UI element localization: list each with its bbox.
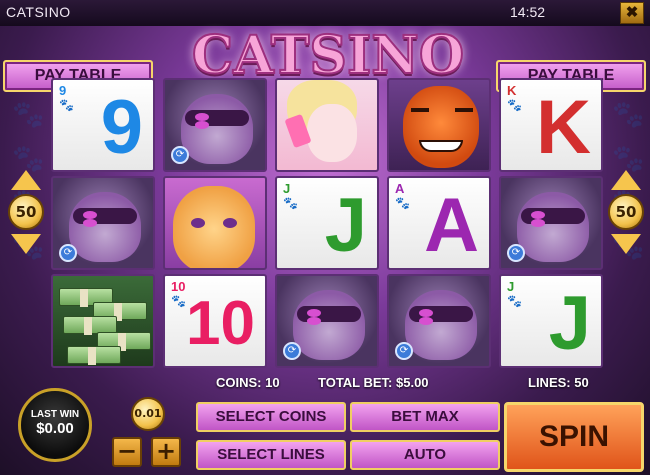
wild-icon: ⟳ <box>171 146 189 164</box>
line-selector-left: 50 <box>4 170 48 280</box>
symbol-orange-cat <box>163 176 267 270</box>
card-rank: A <box>424 183 479 268</box>
decrease-coin-button[interactable]: − <box>112 437 142 467</box>
game-logo: CATSINO🐾 <box>178 25 478 134</box>
wild-icon: ⟳ <box>395 342 413 360</box>
symbol-card-9: 9 🐾 9 <box>51 78 155 172</box>
card-rank: 10 <box>186 289 255 358</box>
line-selector-right: 50 <box>604 170 648 280</box>
symbol-masked-cat: ⟳ <box>499 176 603 270</box>
symbol-masked-cat: ⟳ <box>51 176 155 270</box>
lines-readout: LINES: 50 <box>528 375 589 390</box>
symbol-card-k: K 🐾 K <box>499 78 603 172</box>
total-bet-readout: TOTAL BET: $5.00 <box>318 375 429 390</box>
card-rank: K <box>536 85 591 170</box>
symbol-money-stack <box>51 274 155 368</box>
last-win-label: LAST WIN <box>30 409 80 420</box>
lines-count-left: 50 <box>8 194 44 230</box>
app-title: CATSINO <box>6 4 71 20</box>
wild-icon: ⟳ <box>507 244 525 262</box>
symbol-card-j: J 🐾 J <box>275 176 379 270</box>
symbol-card-j: J 🐾 J <box>499 274 603 368</box>
clock: 14:52 <box>510 4 546 20</box>
card-rank: J <box>324 183 367 268</box>
symbol-masked-cat: ⟳ <box>387 274 491 368</box>
lines-down-arrow-icon[interactable] <box>611 234 641 254</box>
lines-up-arrow-icon[interactable] <box>611 170 641 190</box>
lines-down-arrow-icon[interactable] <box>11 234 41 254</box>
select-lines-button[interactable]: SELECT LINES <box>196 440 346 470</box>
lines-up-arrow-icon[interactable] <box>11 170 41 190</box>
title-bar: CATSINO 14:52 ✖ <box>0 0 650 26</box>
card-rank: 9 <box>100 85 143 170</box>
reels-grid: 9 🐾 9 ⟳ ⟳ 10 🐾 10 J 🐾 J ⟳ A 🐾 A ⟳ K 🐾 K … <box>51 78 603 370</box>
card-rank: J <box>548 281 591 366</box>
symbol-masked-cat: ⟳ <box>275 274 379 368</box>
symbol-blonde-cat <box>275 78 379 172</box>
wild-icon: ⟳ <box>59 244 77 262</box>
last-win-display: LAST WIN $0.00 <box>18 388 92 462</box>
symbol-card-10: 10 🐾 10 <box>163 274 267 368</box>
increase-coin-button[interactable]: + <box>151 437 181 467</box>
symbol-card-a: A 🐾 A <box>387 176 491 270</box>
select-coins-button[interactable]: SELECT COINS <box>196 402 346 432</box>
bet-max-button[interactable]: BET MAX <box>350 402 500 432</box>
coins-readout: COINS: 10 <box>216 375 280 390</box>
auto-button[interactable]: AUTO <box>350 440 500 470</box>
lines-count-right: 50 <box>608 194 644 230</box>
wild-icon: ⟳ <box>283 342 301 360</box>
coin-value-badge: 0.01 <box>131 397 165 431</box>
symbol-masked-cat: ⟳ <box>163 78 267 172</box>
symbol-tiger-cat <box>387 78 491 172</box>
last-win-value: $0.00 <box>36 420 74 437</box>
close-button[interactable]: ✖ <box>620 2 644 24</box>
spin-button[interactable]: SPIN <box>504 402 644 472</box>
